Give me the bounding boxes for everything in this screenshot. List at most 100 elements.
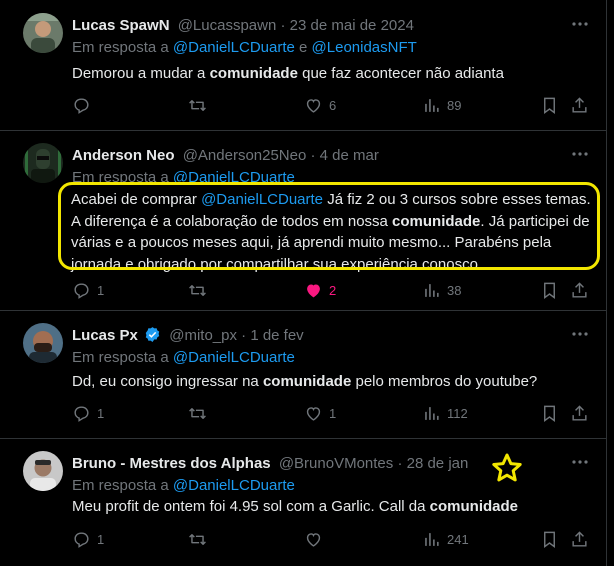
views-button[interactable]: 38 [422,280,461,300]
display-name[interactable]: Lucas SpawN [72,17,170,34]
share-icon [572,530,587,547]
bookmark-button[interactable] [540,95,559,115]
share-icon [572,96,587,113]
share-button[interactable] [570,403,589,423]
bookmark-icon [544,97,555,114]
timestamp[interactable]: 23 de mai de 2024 [290,17,414,34]
bookmark-icon [544,282,555,299]
avatar[interactable] [23,323,63,363]
reply-prefix: Em resposta a [72,349,173,366]
display-name[interactable]: Lucas Px [72,327,138,344]
like-button[interactable]: 6 [304,95,336,115]
views-count: 38 [447,282,462,298]
action-bar: 1 1 112 [72,403,592,423]
reply-context: Em resposta a @DanielLCDuarte [72,476,295,496]
bookmark-button[interactable] [540,529,559,549]
inline-mention[interactable]: @DanielLCDuarte [201,191,323,208]
tweet[interactable]: Lucas Px @mito_px · 1 de fev Em resposta… [0,310,606,439]
tweet-header: Anderson Neo @Anderson25Neo · 4 de mar [72,146,379,166]
text-segment: Dd, eu consigo ingressar na [72,373,263,390]
views-icon [425,532,439,546]
retweet-icon [189,284,206,296]
tweet-header: Bruno - Mestres dos Alphas @BrunoVMontes… [72,454,468,474]
timestamp[interactable]: 1 de fev [250,327,303,344]
user-handle[interactable]: @BrunoVMontes [279,455,393,472]
like-button[interactable]: 1 [304,403,336,423]
views-count: 112 [447,405,468,421]
more-icon[interactable] [570,324,590,344]
reply-button[interactable]: 1 [72,529,104,549]
share-icon [572,404,587,421]
share-button[interactable] [570,280,589,300]
user-handle[interactable]: @mito_px [169,327,237,344]
retweet-button[interactable] [188,280,213,300]
reply-mention[interactable]: @DanielLCDuarte [173,169,295,186]
views-button[interactable]: 241 [422,529,469,549]
like-icon [306,532,321,547]
reply-mention[interactable]: @DanielLCDuarte [173,349,295,366]
reply-button[interactable]: 1 [72,280,104,300]
reply-context: Em resposta a @DanielLCDuarte [72,168,295,188]
like-count: 6 [329,97,337,113]
text-segment: Meu profit de ontem foi 4.95 sol com a G… [72,498,430,515]
more-icon[interactable] [570,14,590,34]
bookmark-button[interactable] [540,280,559,300]
timestamp[interactable]: 4 de mar [320,147,379,164]
more-icon[interactable] [570,452,590,472]
tweet-text: Dd, eu consigo ingressar na comunidade p… [72,372,594,392]
retweet-button[interactable] [188,95,213,115]
bookmark-icon [544,531,555,548]
separator: · [397,455,403,472]
separator: · [241,327,247,344]
tweet[interactable]: Lucas SpawN @Lucasspawn · 23 de mai de 2… [0,0,606,131]
action-bar: 1 241 [72,529,592,549]
verified-badge-icon [145,327,160,342]
text-segment: Demorou a mudar a [72,65,210,82]
like-icon [306,406,321,421]
avatar[interactable] [23,13,63,53]
tweet-header: Lucas SpawN @Lucasspawn · 23 de mai de 2… [72,16,414,36]
views-icon [425,283,439,297]
reply-context: Em resposta a @DanielLCDuarte [72,348,295,368]
reply-context: Em resposta a @DanielLCDuarte e @Leonida… [72,38,417,58]
user-handle[interactable]: @Lucasspawn [178,17,277,34]
like-icon [306,98,321,113]
reply-icon [74,282,89,299]
tweet-text: Acabei de comprar @DanielLCDuarte Já fiz… [71,189,595,275]
highlighted-keyword: comunidade [262,373,352,390]
reply-icon [74,531,89,548]
views-count: 241 [447,531,469,547]
timestamp[interactable]: 28 de jan [407,455,469,472]
views-count: 89 [447,97,462,113]
retweet-icon [189,407,206,419]
share-icon [572,281,587,298]
display-name[interactable]: Bruno - Mestres dos Alphas [72,455,271,472]
reply-button[interactable] [72,95,97,115]
retweet-icon [189,533,206,545]
share-button[interactable] [570,529,589,549]
display-name[interactable]: Anderson Neo [72,147,175,164]
avatar[interactable] [23,451,63,491]
reply-mention[interactable]: @DanielLCDuarte [173,477,295,494]
more-icon[interactable] [570,144,590,164]
retweet-button[interactable] [188,529,213,549]
bookmark-button[interactable] [540,403,559,423]
views-button[interactable]: 89 [422,95,461,115]
tweet[interactable]: Anderson Neo @Anderson25Neo · 4 de mar E… [0,130,606,311]
like-button[interactable]: 2 [304,280,336,300]
reply-mention[interactable]: @LeonidasNFT [312,39,417,56]
like-count: 2 [329,282,337,298]
tweet-text: Demorou a mudar a comunidade que faz aco… [72,64,594,84]
like-button[interactable] [304,529,329,549]
reply-join: e [294,39,312,56]
avatar[interactable] [23,143,63,183]
reply-button[interactable]: 1 [72,403,104,423]
retweet-button[interactable] [188,403,213,423]
views-button[interactable]: 112 [422,403,468,423]
share-button[interactable] [570,95,589,115]
reply-mention[interactable]: @DanielLCDuarte [173,39,295,56]
user-handle[interactable]: @Anderson25Neo [183,147,307,164]
bookmark-icon [544,405,555,422]
like-icon [307,283,320,297]
action-bar: 6 89 [72,95,592,115]
